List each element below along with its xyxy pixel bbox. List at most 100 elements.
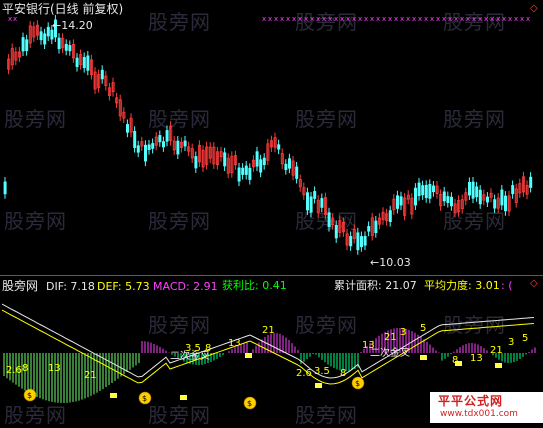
svg-text:$: $ (27, 391, 32, 400)
fibonacci-label: 3.5 (314, 366, 330, 377)
candle-body (262, 157, 266, 166)
signal-marker: x (430, 15, 434, 23)
flag-icon (495, 363, 502, 368)
signal-marker: x (13, 15, 17, 23)
money-bag-icon: $ (138, 391, 152, 405)
candle-body (277, 144, 281, 150)
fibonacci-label: 2.6 (296, 368, 312, 379)
candle-body (25, 39, 29, 52)
candle-body (359, 236, 363, 248)
candle-body (356, 232, 360, 251)
indicator-name: 股旁网 (2, 279, 39, 293)
signal-marker: x (370, 15, 374, 23)
stock-title: 平安银行(日线 前复权) (2, 2, 124, 16)
price-high-value: 14.20 (61, 19, 93, 32)
signal-marker: x (358, 15, 362, 23)
signal-marker: x (436, 15, 440, 23)
dif-value: DIF: 7.18 (46, 280, 95, 293)
candle-body (500, 189, 504, 206)
flag-icon (455, 361, 462, 366)
candle-body (413, 187, 417, 206)
signal-marker: x (490, 15, 494, 23)
candle-body (158, 135, 162, 143)
candle-body (57, 37, 61, 50)
flag-icon (180, 395, 187, 400)
candle-body (64, 43, 68, 51)
candle-body (237, 167, 241, 182)
candle-body (244, 165, 248, 175)
candle-body (313, 191, 317, 199)
candle-body (68, 45, 72, 52)
signal-marker: x (346, 15, 350, 23)
panel-divider (0, 275, 543, 276)
fibonacci-label: 8 (22, 363, 28, 374)
footer-logo-url: www.tdx001.com (440, 409, 518, 419)
fibonacci-label: 2.6 (6, 365, 22, 376)
flag-icon (420, 355, 427, 360)
candle-body (3, 181, 7, 195)
signal-marker: x (382, 15, 386, 23)
candle-body (395, 195, 399, 209)
signal-marker: x (400, 15, 404, 23)
candle-body (349, 236, 353, 247)
fibonacci-label: 13 (48, 363, 61, 374)
macd-value: MACD: 2.91 (153, 280, 218, 293)
signal-marker: x (460, 15, 464, 23)
candle-body (126, 124, 130, 133)
candle-body (309, 196, 313, 213)
candle-body (39, 31, 43, 41)
signal-marker: x (268, 15, 272, 23)
fibonacci-label: 13 (470, 353, 483, 364)
fibonacci-label: 21 (384, 332, 397, 343)
scroll-marker-icon[interactable]: ◇ (530, 279, 538, 289)
signal-marker: x (514, 15, 518, 23)
signal-marker: x (394, 15, 398, 23)
signal-marker: x (322, 15, 326, 23)
money-bag-icon: $ (243, 396, 257, 410)
scroll-marker-icon[interactable]: ◇ (530, 4, 538, 14)
candle-body (442, 191, 446, 202)
candle-body (446, 196, 450, 203)
signal-marker: x (364, 15, 368, 23)
candle-body (428, 183, 432, 199)
candle-body (176, 140, 180, 155)
candle-body (305, 192, 309, 211)
candle-body (467, 182, 471, 196)
money-bag-icon: $ (351, 376, 365, 390)
candle-body (100, 69, 104, 80)
candle-body (388, 210, 392, 222)
flag-icon (315, 383, 322, 388)
signal-marker: x (292, 15, 296, 23)
fibonacci-label: 13 (228, 338, 241, 349)
candle-body (485, 196, 489, 203)
candle-body (449, 196, 453, 207)
candle-body (75, 57, 79, 68)
candle-body (194, 156, 198, 169)
candle-body (511, 185, 515, 195)
header-tail: : ( (501, 279, 513, 292)
fibonacci-label: 3 (508, 337, 514, 348)
fibonacci-label: 21 (262, 325, 275, 336)
fibonacci-label: 5 (420, 323, 426, 334)
signal-marker: x (280, 15, 284, 23)
footer-logo: 平平公式网 www.tdx001.com (430, 392, 543, 423)
signal-marker: x (286, 15, 290, 23)
signal-marker: x (466, 15, 470, 23)
candle-body (82, 57, 86, 68)
candle-body (503, 195, 507, 212)
candle-body (399, 196, 403, 206)
signal-marker: x (310, 15, 314, 23)
signal-marker: x (304, 15, 308, 23)
money-bag-icon: $ (23, 388, 37, 402)
candlestick-chart[interactable]: xxxxxxxxxxxxxxxxxxxxxxxxxxxxxxxxxxxxxxxx… (0, 0, 543, 275)
fibonacci-label: 3 (400, 327, 406, 338)
signal-marker: x (298, 15, 302, 23)
signal-marker: x (328, 15, 332, 23)
candle-body (320, 198, 324, 208)
candle-body (493, 199, 497, 209)
candle-body (241, 167, 245, 175)
candle-body (284, 163, 288, 171)
signal-marker: x (424, 15, 428, 23)
candle-body (133, 130, 137, 148)
signal-marker: x (454, 15, 458, 23)
